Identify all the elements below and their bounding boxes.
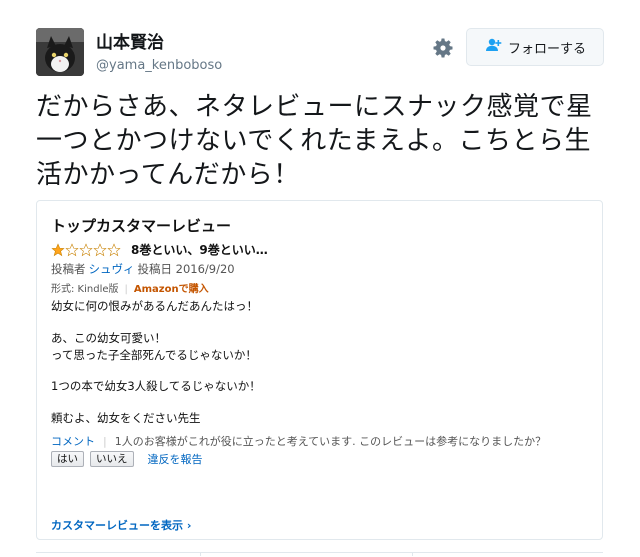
tweet-line: だからさあ、ネタレビューにスナック感覚で星	[36, 92, 593, 122]
follow-button-label: フォローする	[507, 41, 586, 57]
comment-link[interactable]: コメント	[51, 435, 95, 448]
add-user-icon	[484, 38, 502, 56]
avatar[interactable]	[36, 28, 84, 76]
review-body-line: 頼むよ、幼女をください先生	[51, 411, 201, 425]
review-body-line: って思った子全部死んでるじゃないか！	[51, 348, 257, 362]
tweet: 山本賢治 @yama_kenboboso フォローする だからさあ、ネタレビュー…	[0, 0, 640, 556]
yes-button[interactable]: はい	[51, 451, 84, 467]
review-byline: 投稿者 シュヴィ 投稿日 2016/9/20	[51, 262, 235, 276]
tweet-text: だからさあ、ネタレビューにスナック感覚で星 一つとかつけないでくれたまえよ。こち…	[36, 90, 616, 192]
star-empty-icon	[93, 243, 107, 257]
helpful-row: コメント | 1人のお客様がこれが役に立ったと考えています. このレビューは参考にな…	[51, 435, 546, 449]
star-empty-icon	[79, 243, 93, 257]
card-footer-divider	[36, 552, 603, 557]
review-body-line: 幼女に何の恨みがあるんだあんたはっ！	[51, 299, 258, 313]
verified-purchase-badge: Amazonで購入	[133, 284, 209, 295]
display-name[interactable]: 山本賢治	[96, 33, 164, 53]
star-filled-icon	[51, 243, 65, 257]
more-reviews-link[interactable]: カスタマーレビューを表示 ›	[51, 517, 191, 533]
byline-prefix: 投稿者	[51, 262, 86, 276]
separator: |	[103, 435, 107, 448]
gear-icon[interactable]	[431, 36, 455, 60]
review-card[interactable]: トップカスタマーレビュー 8巻といい、9巻といい… 投稿者 シュヴィ 投稿日 201…	[36, 200, 603, 540]
card-title: トップカスタマーレビュー	[51, 217, 232, 235]
star-empty-icon	[65, 243, 79, 257]
separator: |	[124, 284, 128, 295]
format-line: 形式: Kindle版 | Amazonで購入	[51, 283, 209, 296]
footer-separator	[412, 552, 413, 556]
tweet-line: 一つとかつけないでくれたまえよ。こちとら生	[36, 126, 591, 156]
star-empty-icon	[107, 243, 121, 257]
review-date: 投稿日 2016/9/20	[137, 262, 235, 276]
star-rating	[51, 243, 121, 257]
format-label: 形式: Kindle版	[51, 284, 119, 295]
review-title[interactable]: 8巻といい、9巻といい…	[131, 243, 268, 257]
author-link[interactable]: シュヴィ	[89, 262, 135, 276]
no-button[interactable]: いいえ	[90, 451, 134, 467]
follow-button[interactable]: フォローする	[466, 28, 604, 66]
tweet-line: 活かかってんだから！	[36, 160, 300, 190]
review-body-line: あ、この幼女可愛い！	[51, 331, 166, 345]
footer-separator	[200, 552, 201, 556]
vote-row: はい いいえ 違反を報告	[51, 451, 203, 467]
report-abuse-link[interactable]: 違反を報告	[148, 451, 203, 467]
review-body-line: 1つの本で幼女3人殺してるじゃないか！	[51, 379, 261, 393]
helpful-text: 1人のお客様がこれが役に立ったと考えています. このレビューは参考になりましたか…	[114, 435, 547, 448]
user-handle[interactable]: @yama_kenboboso	[96, 58, 222, 74]
